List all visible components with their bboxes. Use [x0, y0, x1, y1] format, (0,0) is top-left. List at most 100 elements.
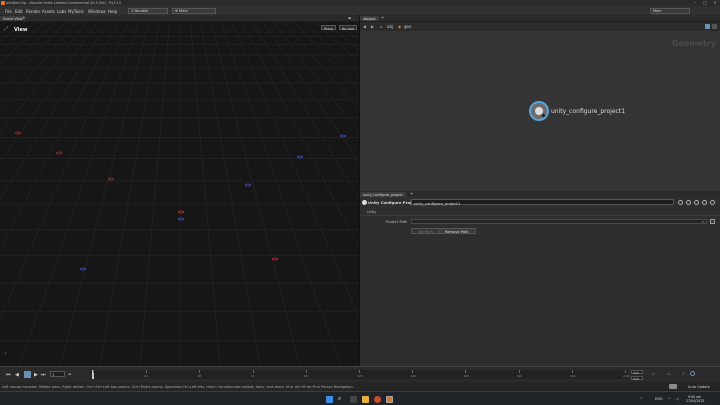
volume-icon[interactable]: ◁: [676, 397, 679, 401]
network-context-label: Geometry: [671, 39, 716, 48]
add-param-tab-icon[interactable]: +: [410, 192, 414, 197]
go-start-icon[interactable]: ⏮: [6, 372, 11, 378]
gear-icon[interactable]: [678, 199, 683, 205]
viewport-marker: [245, 183, 251, 187]
desktop-icon: ⊕: [175, 9, 179, 14]
camera-button[interactable]: No cam: [339, 25, 358, 31]
houdini-window: untitled.hip - Houdini Indie Limited-Com…: [0, 0, 720, 405]
scene-viewport[interactable]: ⤢ View Persp No cam ↑: [0, 22, 359, 366]
persp-button[interactable]: Persp: [321, 25, 336, 31]
menu-windows[interactable]: Windows: [88, 9, 106, 14]
set-path-button[interactable]: Set Path: [411, 228, 440, 234]
shelf-set-selector[interactable]: 1 Houdini: [128, 7, 168, 14]
audio-icon[interactable]: ♪: [682, 372, 685, 376]
file-chooser-icon[interactable]: [710, 219, 715, 224]
view-mode-icon[interactable]: [705, 24, 710, 29]
viewport-marker: [297, 155, 303, 159]
houdini-taskbar-icon[interactable]: [386, 395, 393, 403]
clock-time[interactable]: 9:00 am: [688, 395, 701, 399]
windows-start-icon[interactable]: [326, 395, 333, 403]
section-unity[interactable]: Unity: [360, 210, 720, 216]
stop-icon[interactable]: [24, 370, 31, 378]
right-desktop-selector[interactable]: Main: [650, 7, 690, 14]
menu-labs[interactable]: Labs: [57, 9, 66, 14]
timeline-tick-label: 48: [197, 373, 202, 378]
viewport-marker: [272, 257, 278, 261]
timeline-tick-label: 216: [569, 373, 576, 378]
timeline-tick-label: 192: [516, 373, 523, 378]
node-name-field[interactable]: unity_configure_project1: [411, 199, 674, 206]
wifi-icon[interactable]: ◠: [668, 397, 671, 401]
viewport-marker: [15, 131, 21, 135]
menu-assets[interactable]: Assets: [42, 9, 55, 14]
menu-mytools[interactable]: MyTools: [68, 9, 84, 14]
add-network-tab-icon[interactable]: +: [381, 16, 385, 21]
shelf-set-value: Houdini: [134, 9, 149, 14]
network-path-bar: ◀ ▶ ⌂ obj ◆ geo: [360, 22, 720, 31]
browser-icon[interactable]: [374, 395, 381, 403]
tray-chevron-icon[interactable]: ^: [640, 397, 643, 401]
back-icon[interactable]: ◀: [363, 24, 366, 29]
timeline-tick-label: 72: [250, 373, 255, 378]
clock-date[interactable]: 27/04/2025: [686, 399, 704, 403]
node-label[interactable]: unity_configure_project1: [551, 108, 625, 115]
viewport-title: View: [14, 27, 28, 33]
viewport-marker: [108, 177, 114, 181]
timeline: ⏮ ◀ ▶ ⏭ 1 ◂▸ 1 24 48 72 96 120 144 168 192 216 240…: [0, 366, 720, 382]
viewport-marker: [80, 267, 86, 271]
help-icon[interactable]: [710, 199, 715, 205]
unity-node-icon[interactable]: [529, 101, 549, 121]
file-explorer-icon[interactable]: [362, 395, 369, 403]
geo-icon: ◆: [398, 23, 402, 29]
search-icon[interactable]: [694, 199, 699, 205]
viewport-marker: [56, 151, 62, 155]
layout-icon[interactable]: [712, 24, 717, 29]
project-path-input[interactable]: [411, 219, 707, 224]
realtime-icon[interactable]: ◂▸: [68, 372, 72, 376]
pane-menu-icon[interactable]: ▬: [348, 16, 351, 20]
forward-icon[interactable]: ▶: [371, 24, 374, 29]
add-tab-icon[interactable]: +: [22, 16, 26, 21]
desktop-selector[interactable]: ⊕ Main: [172, 7, 216, 14]
window-title: untitled.hip - Houdini Indie Limited-Com…: [6, 1, 122, 5]
timeline-tick-label: 24: [144, 373, 149, 378]
key-icon[interactable]: ◇: [652, 372, 655, 376]
lock-icon[interactable]: ▭: [667, 372, 671, 376]
auto-update-toggle[interactable]: Auto Update: [688, 385, 710, 389]
menu-help[interactable]: Help: [108, 9, 117, 14]
search-taskbar-icon[interactable]: ⌕: [338, 395, 341, 403]
go-end-icon[interactable]: ⏭: [41, 372, 46, 378]
current-frame-field[interactable]: 1: [50, 371, 65, 377]
houdini-logo-icon: [1, 1, 5, 5]
path-geo[interactable]: geo: [404, 24, 411, 29]
menu-file[interactable]: File: [5, 9, 12, 14]
play-icon[interactable]: ▶: [34, 372, 38, 378]
global-end-field[interactable]: 240: [631, 375, 643, 381]
timeline-tick-label: 96: [303, 373, 308, 378]
timeline-tools: ◇ ▭ ♪: [652, 371, 712, 377]
menu-edit[interactable]: Edit: [15, 9, 23, 14]
menu-render[interactable]: Render: [26, 9, 40, 14]
path-obj[interactable]: obj: [387, 24, 393, 29]
scope-icon[interactable]: [690, 371, 695, 376]
edit-icon[interactable]: [686, 199, 691, 205]
perspective-grid: [0, 22, 359, 366]
network-editor[interactable]: Geometry unity_configure_project1: [360, 31, 720, 191]
axis-gizmo-icon: ↑: [4, 352, 7, 356]
viewport-marker: [178, 217, 184, 221]
info-icon[interactable]: [702, 199, 707, 205]
timeline-tick-label: 168: [463, 373, 470, 378]
timeline-tick-label: 120: [357, 373, 363, 378]
menu-bar: File Edit Render Assets Labs MyTools Win…: [0, 6, 720, 15]
step-back-icon[interactable]: ◀: [15, 372, 19, 378]
language-indicator[interactable]: ENG: [655, 397, 663, 401]
chevron-down-icon[interactable]: ▾: [702, 220, 704, 224]
end-frame-field[interactable]: 240: [631, 370, 643, 375]
windows-taskbar: ⌕ ^ ENG ◠ ◁ 9:00 am 27/04/2025: [0, 391, 720, 405]
timeline-track[interactable]: 1 24 48 72 96 120 144 168 192 216 240: [90, 370, 629, 379]
view-handle-icon[interactable]: ⤢: [4, 26, 8, 32]
remove-path-button[interactable]: Remove Path: [438, 228, 476, 234]
tab-network[interactable]: obj/geo: [360, 15, 379, 21]
cache-icon[interactable]: [669, 384, 677, 389]
task-view-icon[interactable]: [350, 395, 357, 403]
